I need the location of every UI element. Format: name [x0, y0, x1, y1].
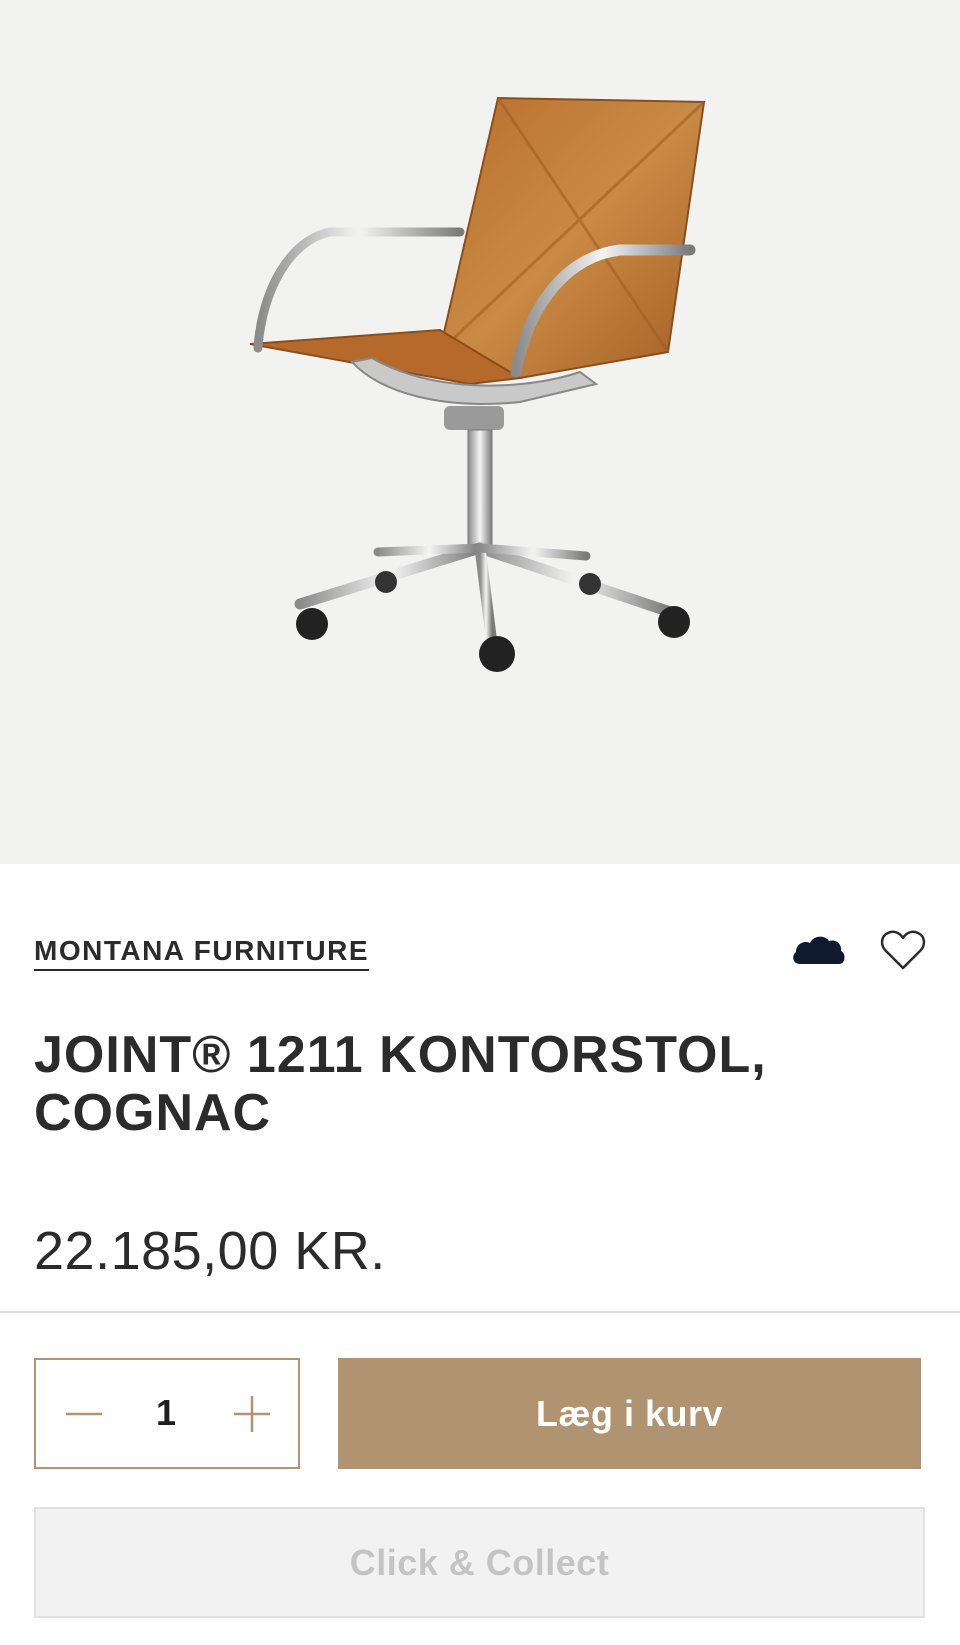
brand-row: MONTANA FURNITURE: [34, 928, 926, 976]
click-collect-button[interactable]: Click & Collect: [34, 1507, 925, 1618]
quantity-input[interactable]: [136, 1386, 196, 1440]
brand-link[interactable]: MONTANA FURNITURE: [34, 936, 370, 971]
heart-icon[interactable]: [880, 928, 926, 972]
product-price: 22.185,00 KR.: [34, 1221, 386, 1281]
plus-icon[interactable]: [228, 1390, 276, 1438]
product-image[interactable]: [0, 0, 960, 864]
minus-icon[interactable]: [60, 1390, 108, 1438]
cloud-icon[interactable]: [790, 930, 848, 970]
quantity-stepper: [34, 1358, 300, 1469]
add-to-cart-button[interactable]: Læg i kurv: [338, 1358, 921, 1469]
office-chair-image: [249, 96, 706, 672]
product-title: JOINT® 1211 KONTORSTOL, COGNAC: [34, 1026, 767, 1142]
divider: [0, 1311, 960, 1313]
